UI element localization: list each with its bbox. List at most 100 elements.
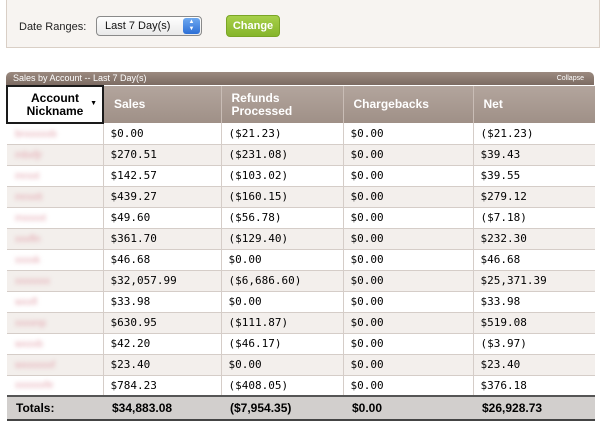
account-nickname-redacted: mrxxt xyxy=(7,165,103,187)
table-row: mrxxt $142.57 ($103.02) $0.00 $39.55 xyxy=(7,165,595,187)
table-row: mbxfjr $270.51 ($231.08) $0.00 $39.43 xyxy=(7,144,595,166)
column-header-account-nickname[interactable]: Account Nickname ▼ xyxy=(6,85,104,124)
redacted-text: xxxfln xyxy=(15,233,41,245)
account-nickname-redacted: wxxxb xyxy=(7,333,103,355)
column-header-sales[interactable]: Sales xyxy=(102,86,221,123)
account-nickname-redacted: wxxfl xyxy=(7,291,103,313)
cell-chargebacks: $0.00 xyxy=(342,165,473,187)
redacted-text: mbxfjr xyxy=(15,149,43,161)
cell-refunds: ($129.40) xyxy=(220,228,343,250)
cell-net: $25,371.39 xyxy=(472,270,595,292)
table-row: xxxfln $361.70 ($129.40) $0.00 $232.30 xyxy=(7,228,595,250)
collapse-link[interactable]: Collapse xyxy=(557,72,584,85)
table-row: xxxxxxx $32,057.99 ($6,686.60) $0.00 $25,371… xyxy=(7,270,595,292)
account-nickname-redacted: xxxxnp xyxy=(7,312,103,334)
table-row: mxxxxt $49.60 ($56.78) $0.00 ($7.18) xyxy=(7,207,595,229)
cell-net: ($3.97) xyxy=(472,333,595,355)
cell-sales: $142.57 xyxy=(102,165,221,187)
column-header-net[interactable]: Net xyxy=(472,86,595,123)
column-header-chargebacks[interactable]: Chargebacks xyxy=(342,86,473,123)
cell-chargebacks: $0.00 xyxy=(342,375,473,397)
cell-refunds: ($21.23) xyxy=(220,123,343,145)
cell-chargebacks: $0.00 xyxy=(342,144,473,166)
sort-descending-icon: ▼ xyxy=(90,100,97,107)
cell-refunds: $0.00 xyxy=(220,354,343,376)
account-header-label: Account Nickname xyxy=(26,90,84,118)
cell-sales: $361.70 xyxy=(102,228,221,250)
cell-net: $46.68 xyxy=(472,249,595,271)
account-nickname-redacted: mbxfjr xyxy=(7,144,103,166)
cell-net: ($21.23) xyxy=(472,123,595,145)
account-nickname-redacted: xxxxxxfe xyxy=(7,375,103,397)
account-nickname-redacted: bnxxxxxb xyxy=(7,123,103,145)
cell-refunds: ($103.02) xyxy=(220,165,343,187)
date-ranges-label: Date Ranges: xyxy=(19,21,87,33)
cell-refunds: $0.00 xyxy=(220,249,343,271)
cell-chargebacks: $0.00 xyxy=(342,291,473,313)
cell-chargebacks: $0.00 xyxy=(342,186,473,208)
panel-header: Sales by Account -- Last 7 Day(s) Collap… xyxy=(6,72,594,85)
cell-net: $376.18 xyxy=(472,375,595,397)
redacted-text: xxxxxxfe xyxy=(15,380,54,392)
cell-sales: $49.60 xyxy=(102,207,221,229)
table-row: bnxxxxxb $0.00 ($21.23) $0.00 ($21.23) xyxy=(7,123,595,145)
cell-refunds: ($56.78) xyxy=(220,207,343,229)
cell-net: ($7.18) xyxy=(472,207,595,229)
table-row: wxxxxxxf $23.40 $0.00 $0.00 $23.40 xyxy=(7,354,595,376)
table-row: wxxxb $42.20 ($46.17) $0.00 ($3.97) xyxy=(7,333,595,355)
date-range-select[interactable]: Last 7 Day(s) ▲ ▼ xyxy=(96,16,202,36)
cell-refunds: ($231.08) xyxy=(220,144,343,166)
sales-table: Account Nickname ▼ Sales Refunds Process… xyxy=(6,85,595,421)
cell-net: $33.98 xyxy=(472,291,595,313)
cell-sales: $0.00 xyxy=(102,123,221,145)
totals-label: Totals: xyxy=(7,395,103,421)
panel-title: Sales by Account -- Last 7 Day(s) xyxy=(13,73,147,83)
redacted-text: mrxxtt xyxy=(15,191,43,203)
table-row: wxxfl $33.98 $0.00 $0.00 $33.98 xyxy=(7,291,595,313)
cell-sales: $46.68 xyxy=(102,249,221,271)
cell-net: $279.12 xyxy=(472,186,595,208)
redacted-text: bnxxxxxb xyxy=(15,128,57,140)
totals-row: Totals: $34,883.08 ($7,954.35) $0.00 $26… xyxy=(7,395,595,421)
cell-chargebacks: $0.00 xyxy=(342,228,473,250)
cell-chargebacks: $0.00 xyxy=(342,333,473,355)
cell-net: $23.40 xyxy=(472,354,595,376)
totals-net: $26,928.73 xyxy=(473,395,595,421)
cell-sales: $784.23 xyxy=(102,375,221,397)
change-button[interactable]: Change xyxy=(226,15,280,37)
column-header-refunds-processed[interactable]: Refunds Processed xyxy=(220,86,343,123)
totals-chargebacks: $0.00 xyxy=(343,395,473,421)
redacted-text: xxxxk xyxy=(15,254,40,266)
account-nickname-redacted: wxxxxxxf xyxy=(7,354,103,376)
totals-refunds: ($7,954.35) xyxy=(221,395,343,421)
account-nickname-redacted: mrxxtt xyxy=(7,186,103,208)
cell-chargebacks: $0.00 xyxy=(342,207,473,229)
cell-net: $519.08 xyxy=(472,312,595,334)
cell-chargebacks: $0.00 xyxy=(342,123,473,145)
cell-refunds: ($408.05) xyxy=(220,375,343,397)
cell-chargebacks: $0.00 xyxy=(342,312,473,334)
redacted-text: xxxxnp xyxy=(15,317,47,329)
redacted-text: wxxfl xyxy=(15,296,38,308)
cell-refunds: $0.00 xyxy=(220,291,343,313)
redacted-text: mrxxt xyxy=(15,170,40,182)
account-nickname-redacted: xxxxxxx xyxy=(7,270,103,292)
table-row: xxxxnp $630.95 ($111.87) $0.00 $519.08 xyxy=(7,312,595,334)
cell-refunds: ($46.17) xyxy=(220,333,343,355)
table-row: mrxxtt $439.27 ($160.15) $0.00 $279.12 xyxy=(7,186,595,208)
redacted-text: wxxxb xyxy=(15,338,43,350)
cell-net: $232.30 xyxy=(472,228,595,250)
cell-refunds: ($111.87) xyxy=(220,312,343,334)
sales-by-account-panel: Sales by Account -- Last 7 Day(s) Collap… xyxy=(6,72,595,431)
redacted-text: mxxxxt xyxy=(15,212,47,224)
cell-chargebacks: $0.00 xyxy=(342,249,473,271)
account-nickname-redacted: xxxxk xyxy=(7,249,103,271)
cell-sales: $270.51 xyxy=(102,144,221,166)
totals-sales: $34,883.08 xyxy=(103,395,221,421)
cell-sales: $23.40 xyxy=(102,354,221,376)
table-header-row: Account Nickname ▼ Sales Refunds Process… xyxy=(6,85,595,124)
table-body: bnxxxxxb $0.00 ($21.23) $0.00 ($21.23) mbxfjr… xyxy=(7,123,595,397)
cell-net: $39.55 xyxy=(472,165,595,187)
cell-sales: $32,057.99 xyxy=(102,270,221,292)
cell-sales: $42.20 xyxy=(102,333,221,355)
